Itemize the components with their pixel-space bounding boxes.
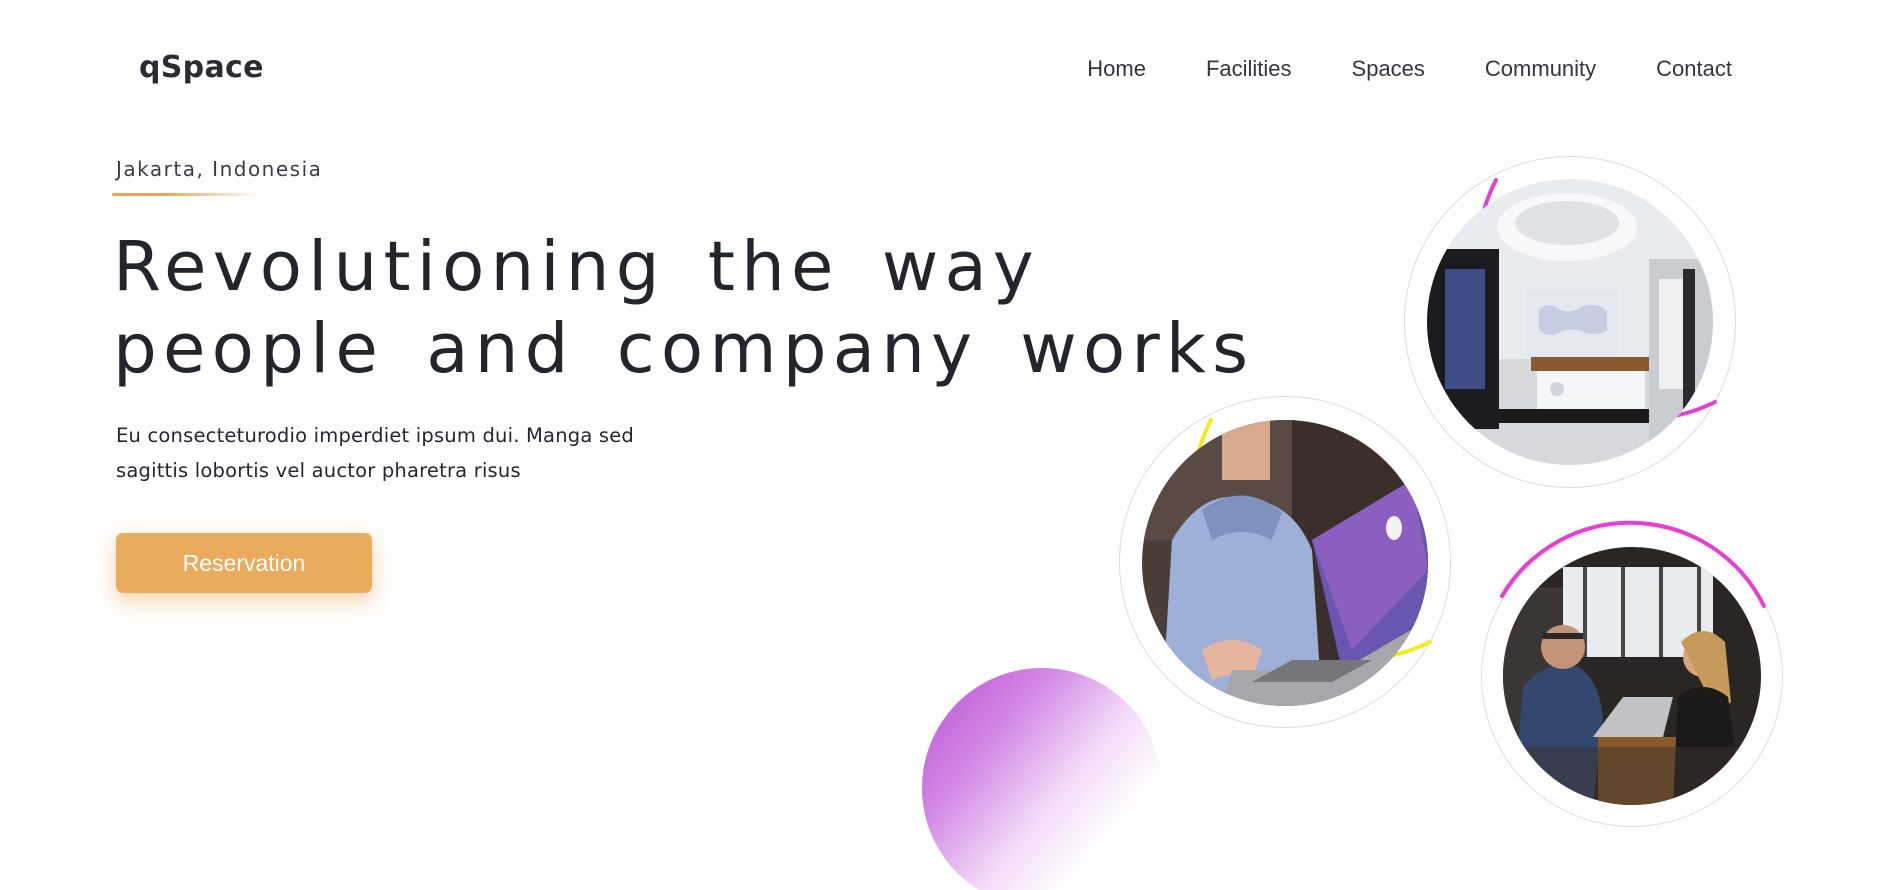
location-label: Jakarta, Indonesia (116, 157, 323, 181)
man-with-laptop-photo (1142, 420, 1428, 706)
nav-link-facilities[interactable]: Facilities (1206, 54, 1292, 84)
nav-link-community[interactable]: Community (1485, 54, 1596, 84)
landing-page: qSpace Home Facilities Spaces Community … (0, 0, 1880, 890)
nav-item-spaces: Spaces (1292, 54, 1425, 84)
brand-logo[interactable]: qSpace (139, 50, 264, 85)
nav-item-facilities: Facilities (1146, 54, 1292, 84)
reservation-button[interactable]: Reservation (116, 533, 372, 593)
hero-description: Eu consecteturodio imperdiet ipsum dui. … (116, 418, 736, 488)
office-lobby-photo (1427, 179, 1713, 465)
nav-item-community: Community (1425, 54, 1596, 84)
nav-link-spaces[interactable]: Spaces (1352, 54, 1425, 84)
nav-link-contact[interactable]: Contact (1656, 54, 1732, 84)
nav-item-home: Home (1027, 54, 1146, 84)
description-line-2: sagittis lobortis vel auctor pharetra ri… (116, 459, 521, 482)
headline-line-1: Revolutioning the way (113, 227, 1040, 307)
description-line-1: Eu consecteturodio imperdiet ipsum dui. … (116, 424, 635, 447)
nav-link-home[interactable]: Home (1087, 54, 1146, 84)
nav-item-contact: Contact (1596, 54, 1732, 84)
nav-list: Home Facilities Spaces Community Contact (1027, 54, 1732, 84)
headline-line-2: people and company works (113, 309, 1255, 389)
location-underline (112, 193, 262, 196)
hero-headline: Revolutioning the way people and company… (113, 226, 1255, 390)
meeting-photo (1503, 547, 1761, 805)
